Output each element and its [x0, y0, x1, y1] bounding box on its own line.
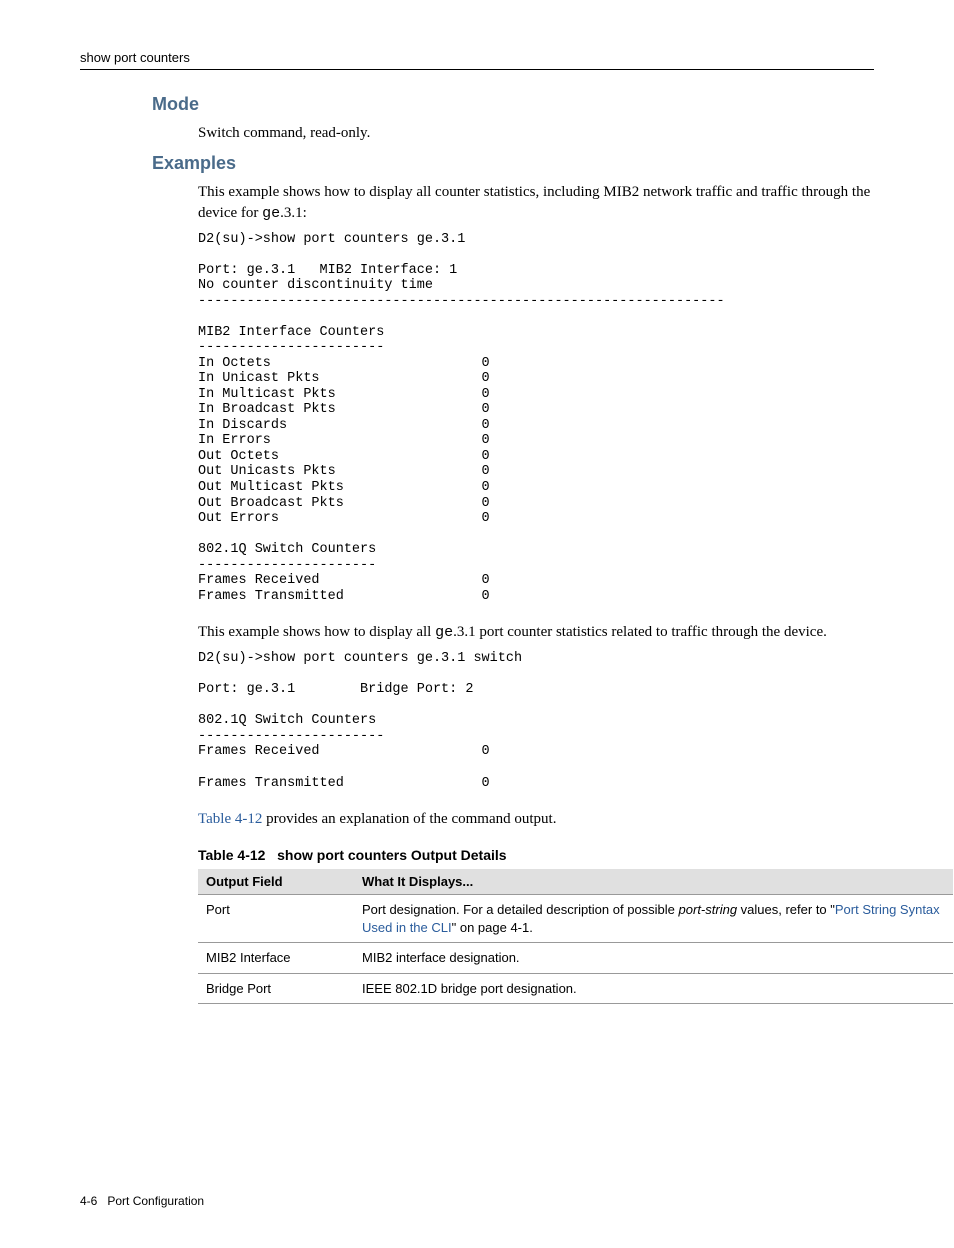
table-row: PortPort designation. For a detailed des… — [198, 895, 953, 943]
table-cell-desc: MIB2 interface designation. — [354, 943, 953, 974]
table-ref-link[interactable]: Table 4-12 — [198, 811, 262, 827]
section-heading-mode: Mode — [152, 94, 874, 115]
table-cell-field: Port — [198, 895, 354, 943]
header-title: show port counters — [80, 50, 190, 65]
page-footer: 4-6 Port Configuration — [80, 1194, 874, 1208]
code-block-2: D2(su)->show port counters ge.3.1 switch… — [198, 651, 874, 791]
table-cell-field: Bridge Port — [198, 973, 354, 1004]
table-reference: Table 4-12 provides an explanation of th… — [198, 809, 874, 829]
section-heading-examples: Examples — [152, 153, 874, 174]
table-head-desc: What It Displays... — [354, 869, 953, 895]
mode-text: Switch command, read-only. — [198, 123, 874, 143]
table-row: MIB2 InterfaceMIB2 interface designation… — [198, 943, 953, 974]
table-head-field: Output Field — [198, 869, 354, 895]
page-header: show port counters — [80, 50, 874, 70]
output-details-table: Output Field What It Displays... PortPor… — [198, 869, 953, 1004]
footer-chapter: Port Configuration — [107, 1194, 204, 1208]
table-cell-field: MIB2 Interface — [198, 943, 354, 974]
table-caption: Table 4-12 show port counters Output Det… — [198, 847, 874, 863]
code-block-1: D2(su)->show port counters ge.3.1 Port: … — [198, 232, 874, 604]
example2-intro: This example shows how to display all ge… — [198, 622, 874, 643]
table-cell-desc: Port designation. For a detailed descrip… — [354, 895, 953, 943]
table-cell-desc: IEEE 802.1D bridge port designation. — [354, 973, 953, 1004]
example1-intro: This example shows how to display all co… — [198, 182, 874, 224]
footer-page: 4-6 — [80, 1194, 97, 1208]
table-row: Bridge PortIEEE 802.1D bridge port desig… — [198, 973, 953, 1004]
